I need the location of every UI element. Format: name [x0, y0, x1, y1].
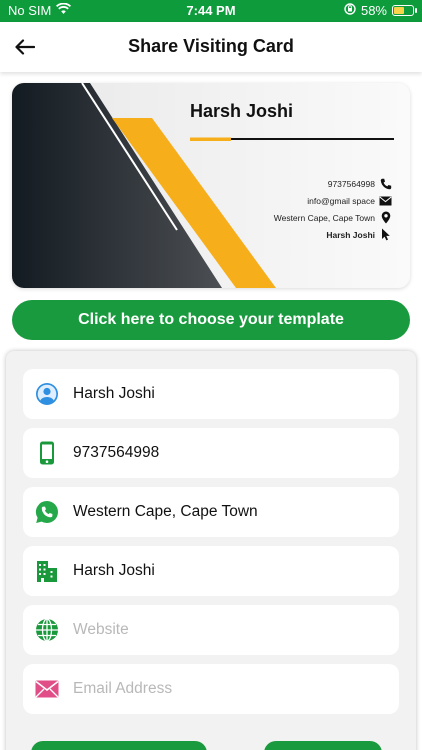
page-title: Share Visiting Card [128, 36, 294, 56]
phone-icon [379, 177, 392, 190]
card-name: Harsh Joshi [190, 101, 294, 121]
user-icon [34, 381, 60, 407]
orientation-lock-icon [344, 3, 356, 18]
card-address-row: Western Cape, Cape Town [192, 209, 392, 226]
save-button-partial[interactable] [31, 741, 207, 750]
card-company: Harsh Joshi [326, 229, 375, 240]
battery-icon [392, 5, 417, 16]
card-email: info@gmail space [307, 195, 375, 206]
email-icon [34, 676, 60, 702]
status-bar: No SIM 7:44 PM 58% [0, 0, 422, 22]
card-details-form: Harsh Joshi 9737564998 Western Cape, Cap… [6, 351, 416, 750]
cursor-icon [379, 228, 392, 241]
website-placeholder: Website [73, 621, 129, 638]
company-value: Harsh Joshi [73, 562, 155, 579]
card-company-row: Harsh Joshi [192, 226, 392, 243]
card-contact-info: 9737564998 info@gmail space Western Cape… [192, 175, 392, 243]
globe-icon [34, 617, 60, 643]
phone-field[interactable]: 9737564998 [23, 428, 399, 478]
card-phone-row: 9737564998 [192, 175, 392, 192]
building-icon [34, 558, 60, 584]
whatsapp-icon [34, 499, 60, 525]
address-field[interactable]: Western Cape, Cape Town [23, 487, 399, 537]
name-field[interactable]: Harsh Joshi [23, 369, 399, 419]
visiting-card-preview[interactable]: Harsh Joshi 9737564998 info@gmail space … [12, 83, 410, 288]
address-value: Western Cape, Cape Town [73, 503, 258, 520]
email-field[interactable]: Email Address [23, 664, 399, 714]
card-phone: 9737564998 [327, 178, 375, 189]
share-button-partial[interactable] [264, 741, 382, 750]
name-value: Harsh Joshi [73, 385, 155, 402]
mobile-phone-icon [34, 440, 60, 466]
location-pin-icon [379, 211, 392, 224]
website-field[interactable]: Website [23, 605, 399, 655]
envelope-icon [379, 194, 392, 207]
choose-template-button[interactable]: Click here to choose your template [12, 300, 410, 340]
email-placeholder: Email Address [73, 680, 173, 697]
app-header: Share Visiting Card [0, 22, 422, 72]
battery-percent: 58% [360, 3, 387, 18]
card-email-row: info@gmail space [192, 192, 392, 209]
phone-value: 9737564998 [73, 444, 160, 461]
company-field[interactable]: Harsh Joshi [23, 546, 399, 596]
card-address: Western Cape, Cape Town [273, 212, 375, 223]
